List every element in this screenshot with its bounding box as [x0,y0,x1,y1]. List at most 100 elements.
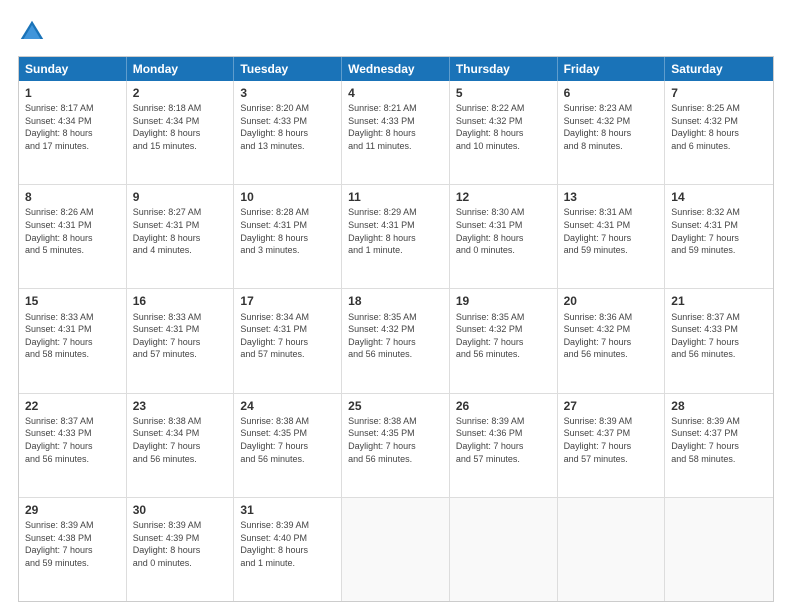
day-number: 5 [456,85,551,101]
header [18,18,774,46]
calendar-cell-day-31: 31Sunrise: 8:39 AM Sunset: 4:40 PM Dayli… [234,498,342,601]
calendar-cell-day-6: 6Sunrise: 8:23 AM Sunset: 4:32 PM Daylig… [558,81,666,184]
day-number: 24 [240,398,335,414]
day-info: Sunrise: 8:18 AM Sunset: 4:34 PM Dayligh… [133,102,228,152]
day-info: Sunrise: 8:37 AM Sunset: 4:33 PM Dayligh… [25,415,120,465]
day-number: 6 [564,85,659,101]
day-number: 22 [25,398,120,414]
calendar-cell-day-8: 8Sunrise: 8:26 AM Sunset: 4:31 PM Daylig… [19,185,127,288]
calendar-row-3: 22Sunrise: 8:37 AM Sunset: 4:33 PM Dayli… [19,393,773,497]
day-info: Sunrise: 8:39 AM Sunset: 4:38 PM Dayligh… [25,519,120,569]
day-info: Sunrise: 8:22 AM Sunset: 4:32 PM Dayligh… [456,102,551,152]
calendar-cell-day-2: 2Sunrise: 8:18 AM Sunset: 4:34 PM Daylig… [127,81,235,184]
day-number: 1 [25,85,120,101]
calendar-header: SundayMondayTuesdayWednesdayThursdayFrid… [19,57,773,81]
calendar-cell-day-9: 9Sunrise: 8:27 AM Sunset: 4:31 PM Daylig… [127,185,235,288]
calendar-cell-day-20: 20 Sunrise: 8:36 AM Sunset: 4:32 PM Dayli… [558,289,666,392]
day-info: Sunrise: 8:38 AM Sunset: 4:34 PM Dayligh… [133,415,228,465]
day-info: Sunrise: 8:39 AM Sunset: 4:36 PM Dayligh… [456,415,551,465]
day-number: 18 [348,293,443,309]
day-info: Sunrise: 8:29 AM Sunset: 4:31 PM Dayligh… [348,206,443,256]
day-info: Sunrise: 8:34 AM Sunset: 4:31 PM Dayligh… [240,311,335,361]
calendar-cell-day-26: 26Sunrise: 8:39 AM Sunset: 4:36 PM Dayli… [450,394,558,497]
calendar-cell-day-30: 30Sunrise: 8:39 AM Sunset: 4:39 PM Dayli… [127,498,235,601]
header-day-saturday: Saturday [665,57,773,81]
day-number: 8 [25,189,120,205]
calendar-row-4: 29Sunrise: 8:39 AM Sunset: 4:38 PM Dayli… [19,497,773,601]
day-number: 20 [564,293,659,309]
header-day-sunday: Sunday [19,57,127,81]
calendar-cell-day-25: 25Sunrise: 8:38 AM Sunset: 4:35 PM Dayli… [342,394,450,497]
day-info: Sunrise: 8:25 AM Sunset: 4:32 PM Dayligh… [671,102,767,152]
calendar-cell-day-16: 16 Sunrise: 8:33 AM Sunset: 4:31 PM Dayli… [127,289,235,392]
day-number: 27 [564,398,659,414]
calendar-cell-day-3: 3Sunrise: 8:20 AM Sunset: 4:33 PM Daylig… [234,81,342,184]
calendar-cell-empty [342,498,450,601]
day-info: Sunrise: 8:33 AM Sunset: 4:31 PM Dayligh… [133,311,228,361]
day-number: 13 [564,189,659,205]
day-number: 21 [671,293,767,309]
day-info: Sunrise: 8:26 AM Sunset: 4:31 PM Dayligh… [25,206,120,256]
calendar-cell-day-7: 7Sunrise: 8:25 AM Sunset: 4:32 PM Daylig… [665,81,773,184]
header-day-friday: Friday [558,57,666,81]
day-number: 16 [133,293,228,309]
calendar-cell-day-5: 5Sunrise: 8:22 AM Sunset: 4:32 PM Daylig… [450,81,558,184]
day-number: 12 [456,189,551,205]
day-info: Sunrise: 8:31 AM Sunset: 4:31 PM Dayligh… [564,206,659,256]
day-number: 9 [133,189,228,205]
header-day-thursday: Thursday [450,57,558,81]
header-day-wednesday: Wednesday [342,57,450,81]
day-info: Sunrise: 8:23 AM Sunset: 4:32 PM Dayligh… [564,102,659,152]
calendar-row-2: 15 Sunrise: 8:33 AM Sunset: 4:31 PM Dayli… [19,288,773,392]
day-info: Sunrise: 8:27 AM Sunset: 4:31 PM Dayligh… [133,206,228,256]
header-day-monday: Monday [127,57,235,81]
calendar-cell-day-29: 29Sunrise: 8:39 AM Sunset: 4:38 PM Dayli… [19,498,127,601]
page: SundayMondayTuesdayWednesdayThursdayFrid… [0,0,792,612]
day-number: 14 [671,189,767,205]
day-info: Sunrise: 8:39 AM Sunset: 4:37 PM Dayligh… [564,415,659,465]
calendar-cell-day-23: 23Sunrise: 8:38 AM Sunset: 4:34 PM Dayli… [127,394,235,497]
calendar-cell-day-17: 17 Sunrise: 8:34 AM Sunset: 4:31 PM Dayli… [234,289,342,392]
day-info: Sunrise: 8:39 AM Sunset: 4:39 PM Dayligh… [133,519,228,569]
day-number: 19 [456,293,551,309]
day-info: Sunrise: 8:36 AM Sunset: 4:32 PM Dayligh… [564,311,659,361]
day-number: 29 [25,502,120,518]
day-info: Sunrise: 8:38 AM Sunset: 4:35 PM Dayligh… [240,415,335,465]
calendar-cell-day-22: 22Sunrise: 8:37 AM Sunset: 4:33 PM Dayli… [19,394,127,497]
calendar-cell-day-15: 15 Sunrise: 8:33 AM Sunset: 4:31 PM Dayli… [19,289,127,392]
day-number: 4 [348,85,443,101]
day-number: 17 [240,293,335,309]
calendar-cell-day-12: 12Sunrise: 8:30 AM Sunset: 4:31 PM Dayli… [450,185,558,288]
calendar-body: 1Sunrise: 8:17 AM Sunset: 4:34 PM Daylig… [19,81,773,601]
day-info: Sunrise: 8:33 AM Sunset: 4:31 PM Dayligh… [25,311,120,361]
calendar-cell-day-18: 18Sunrise: 8:35 AM Sunset: 4:32 PM Dayli… [342,289,450,392]
calendar-cell-day-27: 27Sunrise: 8:39 AM Sunset: 4:37 PM Dayli… [558,394,666,497]
day-number: 30 [133,502,228,518]
calendar-cell-empty [665,498,773,601]
logo [18,18,50,46]
calendar-cell-day-21: 21 Sunrise: 8:37 AM Sunset: 4:33 PM Dayli… [665,289,773,392]
day-info: Sunrise: 8:38 AM Sunset: 4:35 PM Dayligh… [348,415,443,465]
calendar-cell-day-1: 1Sunrise: 8:17 AM Sunset: 4:34 PM Daylig… [19,81,127,184]
day-info: Sunrise: 8:21 AM Sunset: 4:33 PM Dayligh… [348,102,443,152]
calendar-cell-empty [558,498,666,601]
day-info: Sunrise: 8:37 AM Sunset: 4:33 PM Dayligh… [671,311,767,361]
calendar-cell-day-14: 14Sunrise: 8:32 AM Sunset: 4:31 PM Dayli… [665,185,773,288]
calendar-cell-day-10: 10Sunrise: 8:28 AM Sunset: 4:31 PM Dayli… [234,185,342,288]
day-info: Sunrise: 8:20 AM Sunset: 4:33 PM Dayligh… [240,102,335,152]
calendar-cell-day-13: 13Sunrise: 8:31 AM Sunset: 4:31 PM Dayli… [558,185,666,288]
day-info: Sunrise: 8:17 AM Sunset: 4:34 PM Dayligh… [25,102,120,152]
day-number: 7 [671,85,767,101]
calendar-cell-day-24: 24Sunrise: 8:38 AM Sunset: 4:35 PM Dayli… [234,394,342,497]
calendar-cell-day-4: 4Sunrise: 8:21 AM Sunset: 4:33 PM Daylig… [342,81,450,184]
day-number: 15 [25,293,120,309]
day-info: Sunrise: 8:35 AM Sunset: 4:32 PM Dayligh… [456,311,551,361]
day-number: 10 [240,189,335,205]
day-number: 2 [133,85,228,101]
day-number: 31 [240,502,335,518]
day-number: 3 [240,85,335,101]
day-info: Sunrise: 8:39 AM Sunset: 4:37 PM Dayligh… [671,415,767,465]
day-number: 11 [348,189,443,205]
day-number: 23 [133,398,228,414]
calendar-cell-empty [450,498,558,601]
